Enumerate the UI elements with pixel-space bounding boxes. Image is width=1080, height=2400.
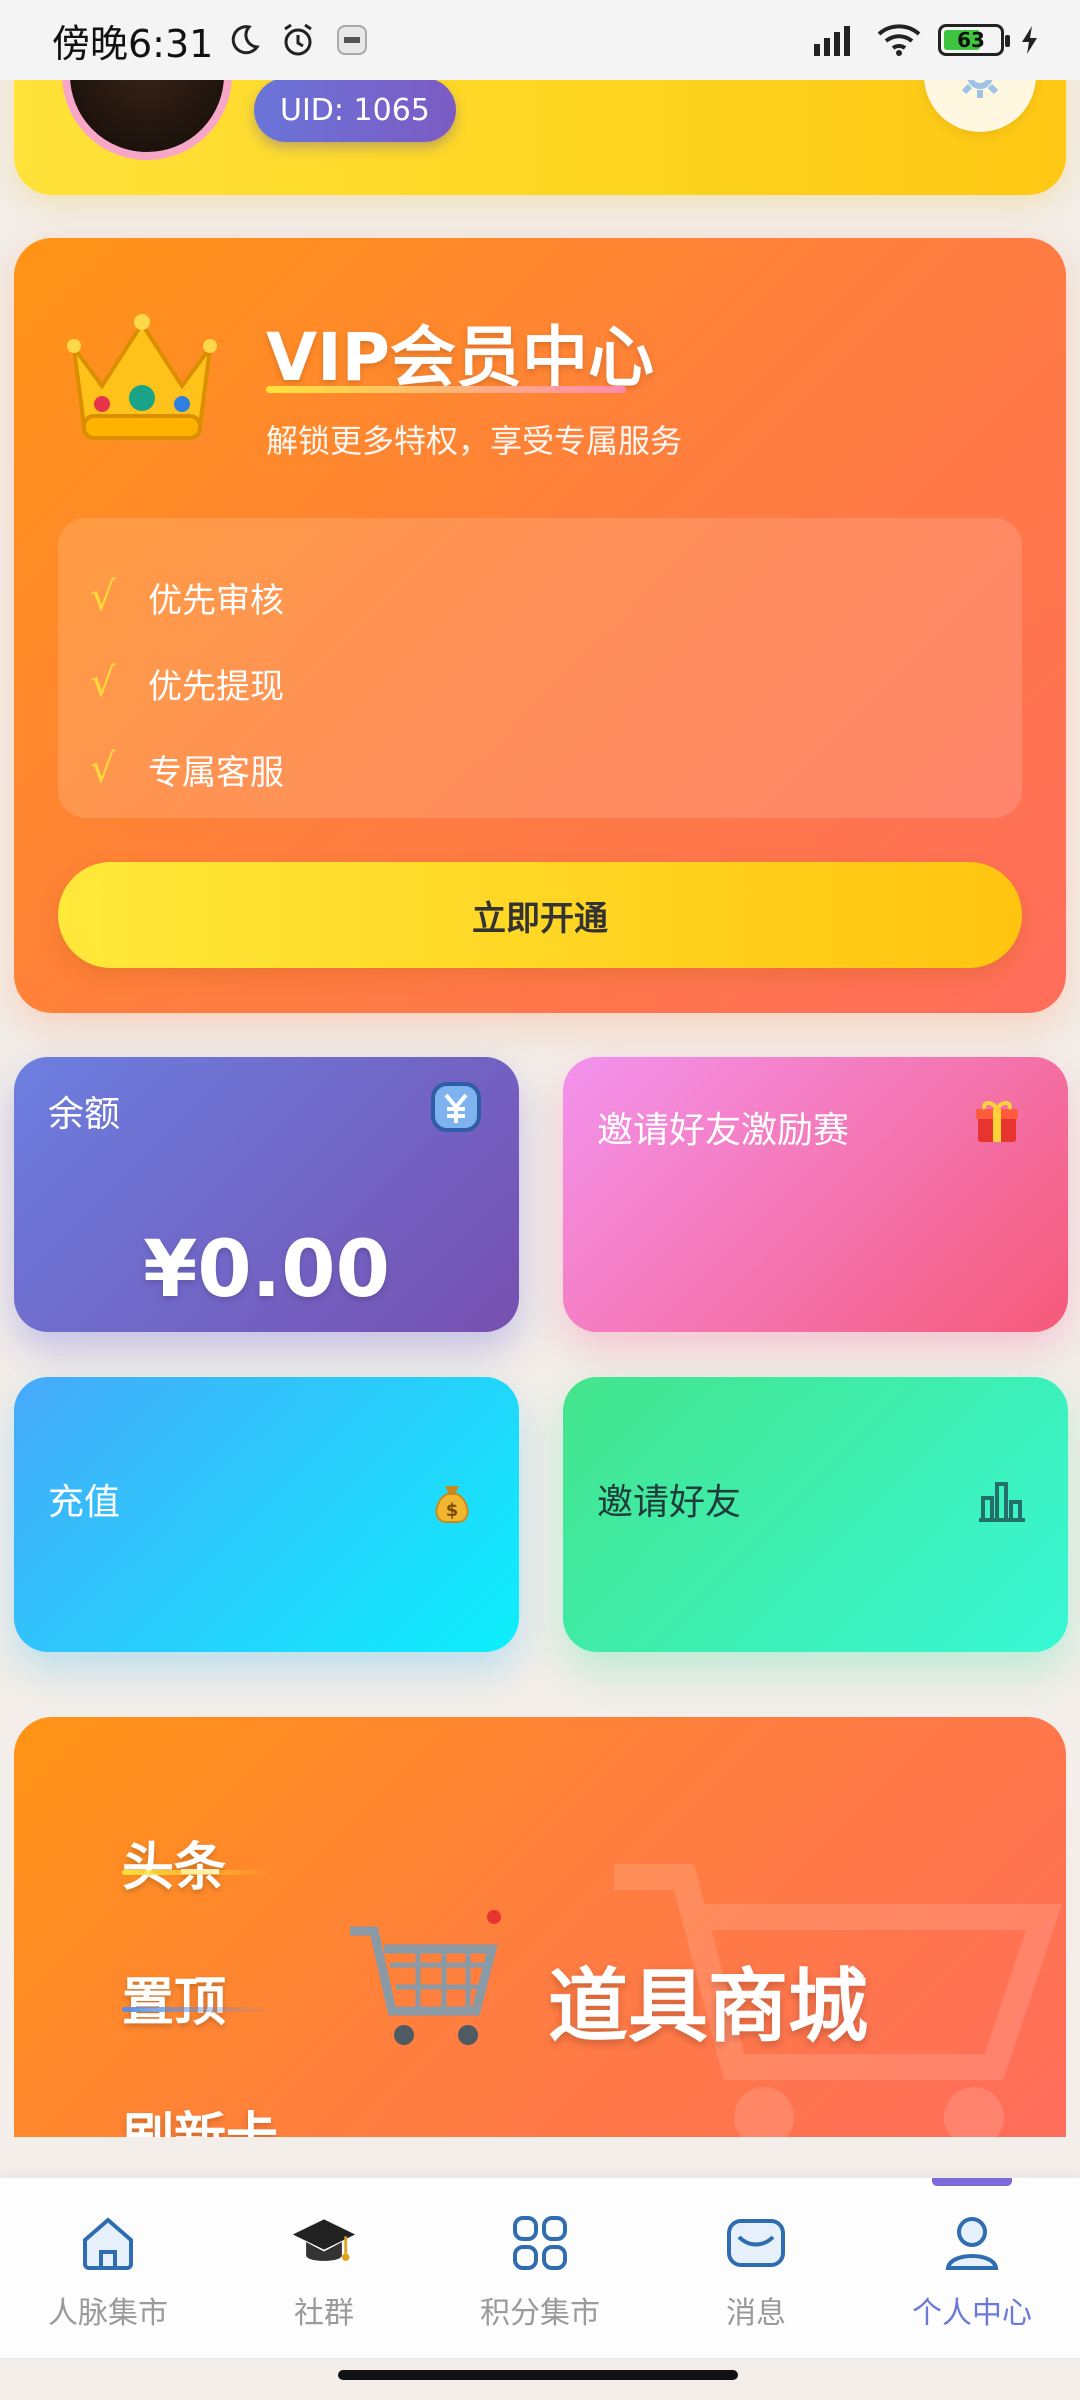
tab-label: 人脉集市 bbox=[48, 2296, 168, 2331]
shop-item-headline: 头条 bbox=[122, 1838, 227, 1898]
vip-benefit-item: √ 优先审核 bbox=[90, 554, 1022, 640]
bottom-tab-bar: 人脉集市 社群 积分集市 消息 个人中心 bbox=[0, 2178, 1080, 2358]
gift-icon bbox=[969, 1093, 1025, 1149]
tab-label: 个人中心 bbox=[912, 2296, 1032, 2331]
invite-contest-tile[interactable]: 邀请好友激励赛 bbox=[563, 1057, 1068, 1332]
vip-benefit-label: 专属客服 bbox=[148, 752, 284, 793]
vip-card: VIP会员中心 解锁更多特权，享受专属服务 √ 优先审核 √ 优先提现 √ 专属… bbox=[14, 238, 1066, 1013]
invite-friends-label: 邀请好友 bbox=[597, 1482, 742, 1523]
tab-points-market[interactable]: 积分集市 bbox=[432, 2178, 648, 2358]
tab-label: 社群 bbox=[294, 2296, 354, 2331]
tab-community[interactable]: 社群 bbox=[216, 2178, 432, 2358]
check-icon: √ bbox=[90, 660, 116, 706]
shop-title: 道具商城 bbox=[548, 1960, 868, 2053]
vip-benefit-label: 优先审核 bbox=[148, 580, 284, 621]
vip-benefit-list: √ 优先审核 √ 优先提现 √ 专属客服 bbox=[58, 518, 1022, 818]
crown-icon bbox=[67, 314, 217, 440]
grid-icon bbox=[507, 2210, 573, 2276]
shopping-cart-icon bbox=[350, 1910, 501, 2045]
item-shop-banner[interactable]: 头条 置顶 刷新卡 道具商城 bbox=[14, 1717, 1066, 2137]
tab-profile[interactable]: 个人中心 bbox=[864, 2178, 1080, 2358]
vip-subtitle: 解锁更多特权，享受专属服务 bbox=[266, 422, 683, 460]
user-icon bbox=[939, 2210, 1005, 2276]
invite-friends-tile[interactable]: 邀请好友 bbox=[563, 1377, 1068, 1652]
moon-icon bbox=[232, 25, 261, 55]
vip-benefit-item: √ 专属客服 bbox=[90, 726, 1022, 812]
signal-icon bbox=[814, 26, 850, 56]
alarm-icon bbox=[284, 23, 313, 56]
battery-level: 63 bbox=[957, 28, 985, 52]
shop-item-refresh-card: 刷新卡 bbox=[122, 2095, 278, 2137]
check-icon: √ bbox=[90, 746, 116, 792]
yen-icon bbox=[428, 1079, 484, 1135]
status-bar: 傍晚6:31 63 bbox=[0, 0, 1080, 80]
vip-benefit-item: √ 优先提现 bbox=[90, 640, 1022, 726]
tab-label: 消息 bbox=[726, 2296, 786, 2331]
shop-item-pin: 置顶 bbox=[122, 1973, 227, 2033]
uid-badge: UID: 1065 bbox=[254, 78, 456, 142]
bar-chart-icon bbox=[973, 1473, 1029, 1529]
tab-label: 积分集市 bbox=[480, 2296, 600, 2331]
balance-label: 余额 bbox=[48, 1094, 121, 1135]
check-icon: √ bbox=[90, 574, 116, 620]
tab-messages[interactable]: 消息 bbox=[648, 2178, 864, 2358]
tab-network-market[interactable]: 人脉集市 bbox=[0, 2178, 216, 2358]
status-time: 傍晚6:31 bbox=[52, 21, 214, 66]
active-tab-indicator bbox=[932, 2178, 1012, 2186]
home-indicator[interactable] bbox=[338, 2370, 738, 2380]
home-icon bbox=[75, 2210, 141, 2276]
vip-open-button[interactable]: 立即开通 bbox=[58, 862, 1022, 968]
battery-icon: 63 bbox=[938, 24, 1010, 56]
wifi-icon bbox=[877, 24, 921, 56]
charging-icon bbox=[1022, 26, 1037, 54]
message-icon bbox=[723, 2210, 789, 2276]
invite-contest-label: 邀请好友激励赛 bbox=[597, 1110, 850, 1151]
recharge-tile[interactable]: 充值 $ bbox=[14, 1377, 519, 1652]
balance-tile[interactable]: 余额 ¥0.00 bbox=[14, 1057, 519, 1332]
svg-text:$: $ bbox=[446, 1500, 459, 1521]
recharge-label: 充值 bbox=[48, 1482, 121, 1523]
shop-item-underline bbox=[122, 1870, 272, 1875]
money-bag-icon: $ bbox=[424, 1473, 480, 1529]
balance-amount: ¥0.00 bbox=[143, 1225, 390, 1315]
vip-title-underline bbox=[266, 386, 626, 393]
app-notification-icon bbox=[337, 25, 368, 55]
graduation-cap-icon bbox=[291, 2210, 357, 2276]
vip-benefit-label: 优先提现 bbox=[148, 666, 284, 707]
shop-item-underline bbox=[122, 2007, 272, 2012]
